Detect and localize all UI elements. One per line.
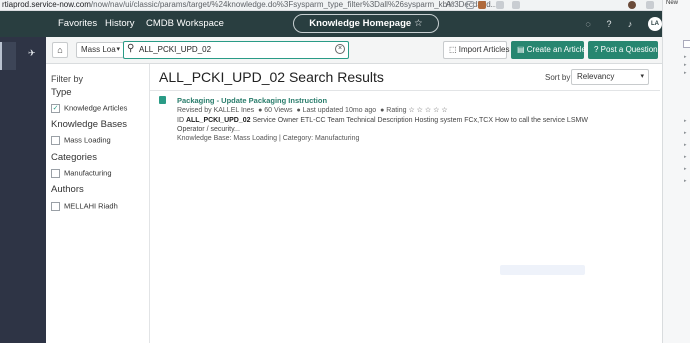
filter-auth-title: Authors (51, 184, 84, 195)
chevron-down-icon: ▾ (640, 73, 644, 80)
left-nav-selected-item[interactable] (0, 42, 16, 70)
chevron-down-icon: ▾ (116, 46, 120, 53)
context-pill-knowledge-homepage[interactable]: Knowledge Homepage ☆ (293, 14, 439, 33)
article-meta: Revised by KALLEL Ines ● 60 Views ● Last… (177, 106, 448, 114)
checkbox-icon[interactable] (51, 168, 60, 178)
checkbox-icon[interactable] (51, 201, 60, 211)
kb-toolbar: ⌂ Mass Loa ▾ ⚲ ALL_PCKI_UPD_02 × ⬚ Import… (46, 37, 662, 64)
filter-sidebar: Filter by Type ✓ Knowledge Articles Knowl… (46, 64, 150, 343)
create-label: Create an Article (526, 45, 586, 54)
panel-row[interactable]: ▸ (684, 142, 687, 148)
article-rating-stars[interactable]: ☆ ☆ ☆ ☆ ☆ (408, 107, 447, 114)
checkbox-icon[interactable] (51, 135, 60, 145)
search-results: ALL_PCKI_UPD_02 Search Results Sort by R… (150, 64, 662, 343)
url-text[interactable]: rtiaprod.service-now.com/now/nav/ui/clas… (2, 0, 497, 9)
rating-icon: ● (380, 107, 385, 114)
browser-profile-icon[interactable] (628, 1, 636, 9)
panel-row[interactable]: ▸ (684, 166, 687, 172)
help-icon[interactable]: ? (604, 19, 614, 29)
sort-select[interactable]: Relevancy ▾ (571, 69, 649, 85)
divider (150, 90, 660, 91)
filter-auth-option[interactable]: MELLAHI Riadh (51, 201, 118, 211)
context-title: Knowledge Homepage (309, 18, 412, 29)
filter-cat-label: Manufacturing (64, 168, 112, 178)
import-icon: ⬚ (449, 45, 459, 54)
reader-mode-icon[interactable]: A⁺ (446, 0, 456, 9)
kb-select-value: Mass Loa (81, 45, 116, 54)
page-title: ALL_PCKI_UPD_02 Search Results (159, 69, 384, 85)
search-value[interactable]: ALL_PCKI_UPD_02 (139, 45, 211, 54)
left-app-nav: ✈ (0, 37, 46, 343)
filter-type-label: Knowledge Articles (64, 103, 128, 113)
panel-row[interactable]: ▸ (684, 62, 687, 68)
kb-select[interactable]: Mass Loa ▾ (76, 42, 124, 58)
panel-row[interactable]: ▸ (684, 54, 687, 60)
panel-search-box[interactable] (683, 40, 690, 48)
panel-row[interactable]: ▸ (684, 154, 687, 160)
home-button[interactable]: ⌂ (52, 42, 68, 58)
article-snippet: ID ALL_PCKI_UPD_02 Service Owner ETL-CC … (177, 116, 617, 134)
filter-kb-option[interactable]: Mass Loading (51, 135, 111, 145)
eye-icon: ● (258, 107, 263, 114)
sort-label: Sort by (545, 73, 571, 82)
panel-row[interactable]: ▸ (684, 130, 687, 136)
browser-menu-icon[interactable] (646, 1, 654, 9)
browser-extension-icon[interactable] (478, 1, 486, 9)
filter-kb-label: Mass Loading (64, 135, 111, 145)
article-updated: Last updated 10mo ago (302, 107, 377, 114)
article-icon: ▤ (517, 45, 527, 54)
sort-value: Relevancy (577, 72, 615, 81)
clear-search-icon[interactable]: × (335, 44, 345, 54)
article-rating-label: Rating (386, 107, 407, 114)
question-icon: ? (594, 45, 601, 54)
home-icon: ⌂ (57, 45, 63, 55)
faded-overlay (500, 265, 585, 275)
article-views: 60 Views (264, 107, 293, 114)
post-label: Post a Question (600, 45, 658, 54)
filter-kb-title: Knowledge Bases (51, 119, 128, 130)
article-title-link[interactable]: Packaging - Update Packaging Instruction (177, 96, 327, 105)
nav-workspace[interactable]: CMDB Workspace (146, 18, 224, 29)
browser-extension-icon-2[interactable] (496, 1, 504, 9)
panel-row[interactable]: ▸ (684, 70, 687, 76)
filter-cat-option[interactable]: Manufacturing (51, 168, 112, 178)
nav-history[interactable]: History (105, 18, 135, 29)
top-navigation: Favorites History CMDB Workspace Knowled… (0, 11, 662, 37)
article-kb-category: Knowledge Base: Mass Loading | Category:… (177, 135, 360, 142)
nav-favorites[interactable]: Favorites (58, 18, 97, 29)
filter-type-title: Type (51, 87, 72, 98)
checkbox-checked-icon[interactable]: ✓ (51, 103, 60, 113)
article-icon (159, 96, 166, 104)
panel-row[interactable]: ▸ (684, 178, 687, 184)
filter-cat-title: Categories (51, 152, 97, 163)
panel-row[interactable]: ▸ (684, 118, 687, 124)
post-question-button[interactable]: ? Post a Question (588, 41, 658, 59)
browser-star-icon[interactable] (466, 1, 474, 9)
search-input[interactable]: ⚲ ALL_PCKI_UPD_02 × (123, 41, 349, 59)
create-article-button[interactable]: ▤ Create an Article (511, 41, 586, 59)
browser-extension-icon-3[interactable] (512, 1, 520, 9)
bell-icon[interactable]: ♪ (625, 19, 635, 29)
article-revised: Revised by KALLEL Ines (177, 107, 255, 114)
import-label: Import Articles (458, 45, 510, 54)
pin-icon[interactable]: ✈ (28, 48, 36, 59)
snippet-prefix: ID (177, 117, 186, 124)
filter-auth-label: MELLAHI Riadh (64, 201, 118, 211)
filter-type-option[interactable]: ✓ Knowledge Articles (51, 103, 127, 113)
snippet-id: ALL_PCKI_UPD_02 (185, 117, 251, 124)
star-icon[interactable]: ☆ (414, 18, 423, 29)
chat-icon[interactable]: ◌ (583, 19, 593, 29)
import-articles-button[interactable]: ⬚ Import Articles (443, 41, 510, 59)
search-icon: ⚲ (127, 43, 135, 54)
filter-heading: Filter by (51, 74, 84, 84)
browser-side-panel: New ▸ ▸ ▸ ▸ ▸ ▸ ▸ ▸ ▸ (662, 0, 690, 343)
browser-url-bar[interactable]: rtiaprod.service-now.com/now/nav/ui/clas… (0, 0, 662, 11)
clock-icon: ● (296, 107, 301, 114)
new-tab-label[interactable]: New (666, 0, 678, 6)
avatar[interactable]: LA (648, 17, 662, 31)
